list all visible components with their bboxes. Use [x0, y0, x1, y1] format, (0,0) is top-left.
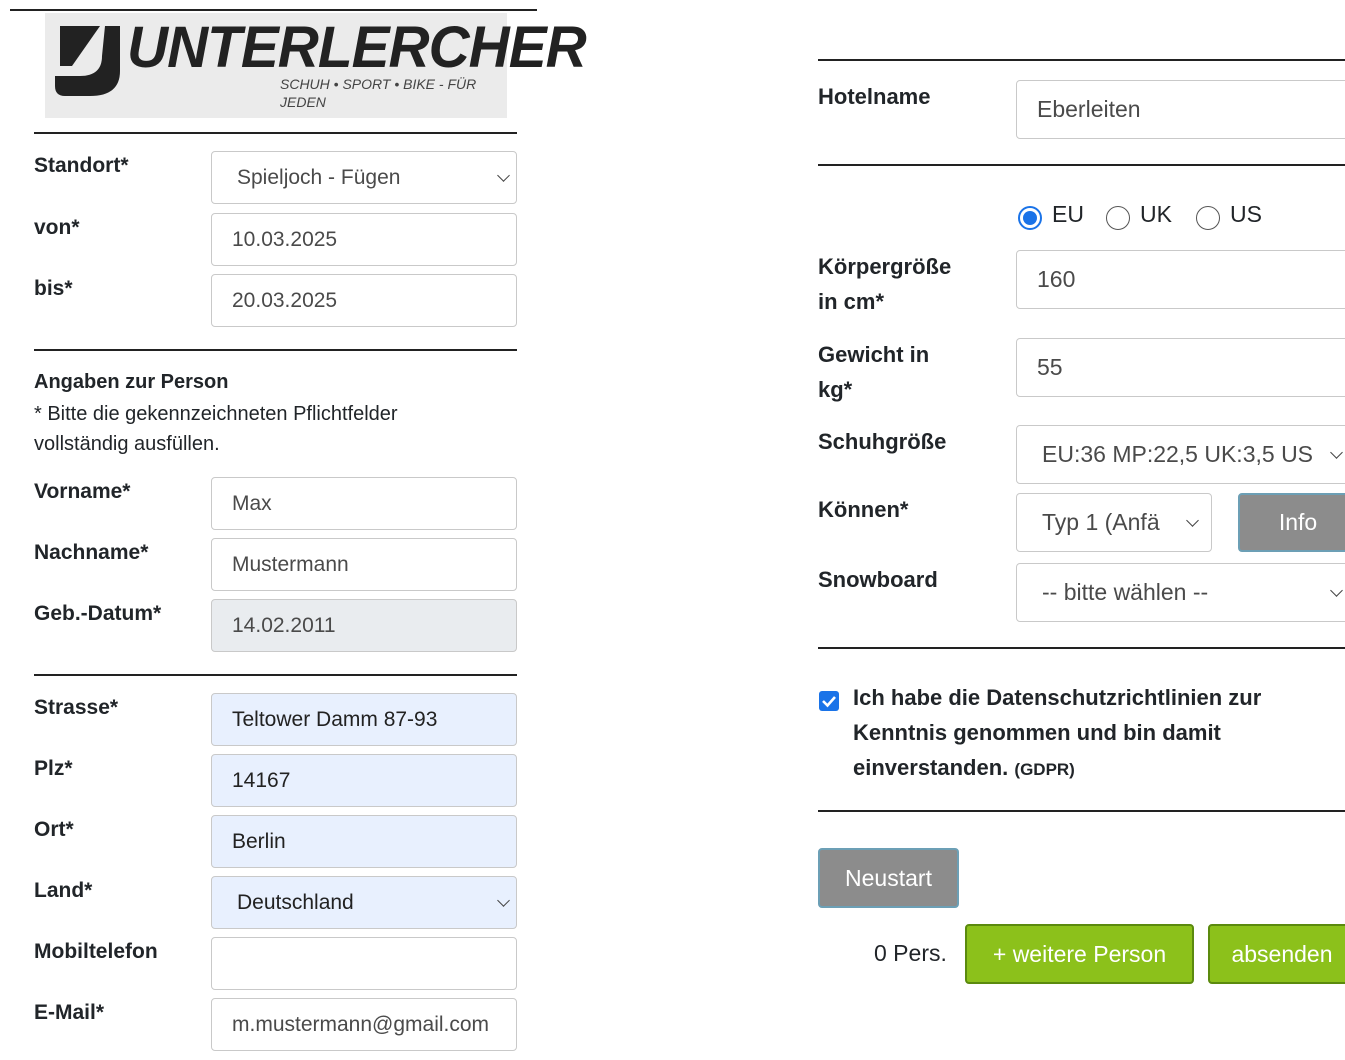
nachname-value: Mustermann [232, 552, 349, 576]
schuh-value: EU:36 MP:22,5 UK:3,5 US [1042, 441, 1314, 467]
gewicht-value: 55 [1037, 354, 1063, 380]
gdpr-link[interactable]: (GDPR) [1014, 760, 1074, 779]
consent-line3: einverstanden. [853, 755, 1009, 780]
divider [34, 132, 517, 134]
bis-input[interactable]: 20.03.2025 [211, 274, 517, 327]
person-count: 0 Pers. [874, 940, 947, 966]
groesse-label: Körpergröße in cm* [818, 249, 951, 319]
land-value: Deutschland [237, 890, 354, 914]
vorname-label: Vorname* [34, 480, 131, 503]
standort-select[interactable]: Spieljoch - Fügen [211, 151, 517, 204]
strasse-input[interactable]: Teltower Damm 87-93 [211, 693, 517, 746]
consent-line2: Kenntnis genommen und bin damit [853, 720, 1221, 745]
koennen-value: Typ 1 (Anfänger) [1042, 509, 1160, 535]
chevron-down-icon [497, 893, 510, 907]
email-input[interactable]: m.mustermann@gmail.com [211, 998, 517, 1051]
divider [34, 674, 517, 676]
logo-wordmark: UNTERLERCHER [127, 15, 587, 80]
unit-label-eu: EU [1052, 201, 1084, 227]
koennen-select[interactable]: Typ 1 (Anfänger) [1016, 493, 1212, 552]
ort-value: Berlin [232, 829, 286, 853]
von-input[interactable]: 10.03.2025 [211, 213, 517, 266]
strasse-label: Strasse* [34, 696, 119, 719]
mobil-input[interactable] [211, 937, 517, 990]
groesse-label-line2: in cm* [818, 289, 885, 314]
plz-value: 14167 [232, 768, 291, 792]
gewicht-label-line2: kg* [818, 377, 853, 402]
chevron-down-icon [1330, 445, 1343, 459]
land-select[interactable]: Deutschland [211, 876, 517, 929]
logo: UNTERLERCHER SCHUH • SPORT • BIKE - FÜR … [45, 13, 587, 118]
vorname-value: Max [232, 491, 272, 515]
strasse-value: Teltower Damm 87-93 [232, 707, 438, 731]
von-value: 10.03.2025 [232, 227, 338, 251]
add-person-button[interactable]: + weitere Person [965, 924, 1194, 984]
chevron-down-icon [1186, 513, 1199, 527]
gebdatum-input[interactable]: 14.02.2011 [211, 599, 517, 652]
consent-checkbox[interactable] [819, 691, 839, 711]
schuh-label: Schuhgröße [818, 429, 947, 454]
email-label: E-Mail* [34, 1001, 105, 1024]
standort-label: Standort* [34, 154, 129, 177]
snowboard-value: -- bitte wählen -- [1042, 579, 1209, 605]
standort-value: Spieljoch - Fügen [237, 165, 401, 189]
groesse-label-line1: Körpergröße [818, 254, 952, 279]
gewicht-label: Gewicht in kg* [818, 337, 929, 407]
info-button[interactable]: Info [1238, 493, 1345, 552]
snowboard-select[interactable]: -- bitte wählen -- [1016, 563, 1345, 622]
chevron-down-icon [497, 168, 510, 182]
schuh-select[interactable]: EU:36 MP:22,5 UK:3,5 US [1016, 425, 1345, 484]
divider [34, 349, 517, 351]
groesse-input[interactable]: 160 [1016, 250, 1345, 309]
unit-radio-us[interactable] [1196, 206, 1220, 230]
vorname-input[interactable]: Max [211, 477, 517, 530]
gewicht-input[interactable]: 55 [1016, 338, 1345, 397]
nachname-label: Nachname* [34, 541, 149, 564]
mobil-label: Mobiltelefon [34, 940, 158, 963]
email-value: m.mustermann@gmail.com [232, 1012, 490, 1036]
gebdatum-label: Geb.-Datum* [34, 602, 162, 625]
required-note-2: vollständig ausfüllen. [34, 433, 220, 455]
divider [818, 810, 1345, 812]
ort-input[interactable]: Berlin [211, 815, 517, 868]
hotel-value: Eberleiten [1037, 96, 1141, 122]
bis-value: 20.03.2025 [232, 288, 338, 312]
consent-text: Ich habe die Datenschutzrichtlinien zur … [853, 680, 1261, 787]
neustart-button[interactable]: Neustart [818, 848, 959, 908]
koennen-label: Können* [818, 497, 909, 522]
submit-button[interactable]: absenden [1208, 924, 1345, 984]
consent-line1: Ich habe die Datenschutzrichtlinien zur [853, 685, 1262, 710]
unit-radio-eu[interactable] [1018, 206, 1042, 230]
unit-label-uk: UK [1140, 201, 1172, 227]
divider [818, 59, 1345, 61]
snowboard-label: Snowboard [818, 567, 938, 592]
bis-label: bis* [34, 277, 73, 300]
land-label: Land* [34, 879, 93, 902]
logo-tagline: SCHUH • SPORT • BIKE - FÜR JEDEN [280, 76, 477, 110]
divider [818, 647, 1345, 649]
ort-label: Ort* [34, 818, 74, 841]
gebdatum-value: 14.02.2011 [232, 613, 336, 637]
plz-input[interactable]: 14167 [211, 754, 517, 807]
unit-radio-uk[interactable] [1106, 206, 1130, 230]
plz-label: Plz* [34, 757, 73, 780]
nachname-input[interactable]: Mustermann [211, 538, 517, 591]
unit-label-us: US [1230, 201, 1262, 227]
logo-mark-icon [55, 26, 120, 96]
hotel-input[interactable]: Eberleiten [1016, 80, 1345, 139]
checkmark-icon [822, 696, 836, 708]
von-label: von* [34, 216, 80, 239]
chevron-down-icon [1330, 583, 1343, 597]
gewicht-label-line1: Gewicht in [818, 342, 930, 367]
required-note-1: * Bitte die gekennzeichneten Pflichtfeld… [34, 403, 398, 425]
top-divider [10, 9, 537, 11]
hotel-label: Hotelname [818, 84, 931, 109]
divider [818, 164, 1345, 166]
groesse-value: 160 [1037, 266, 1076, 292]
person-heading: Angaben zur Person [34, 371, 229, 393]
